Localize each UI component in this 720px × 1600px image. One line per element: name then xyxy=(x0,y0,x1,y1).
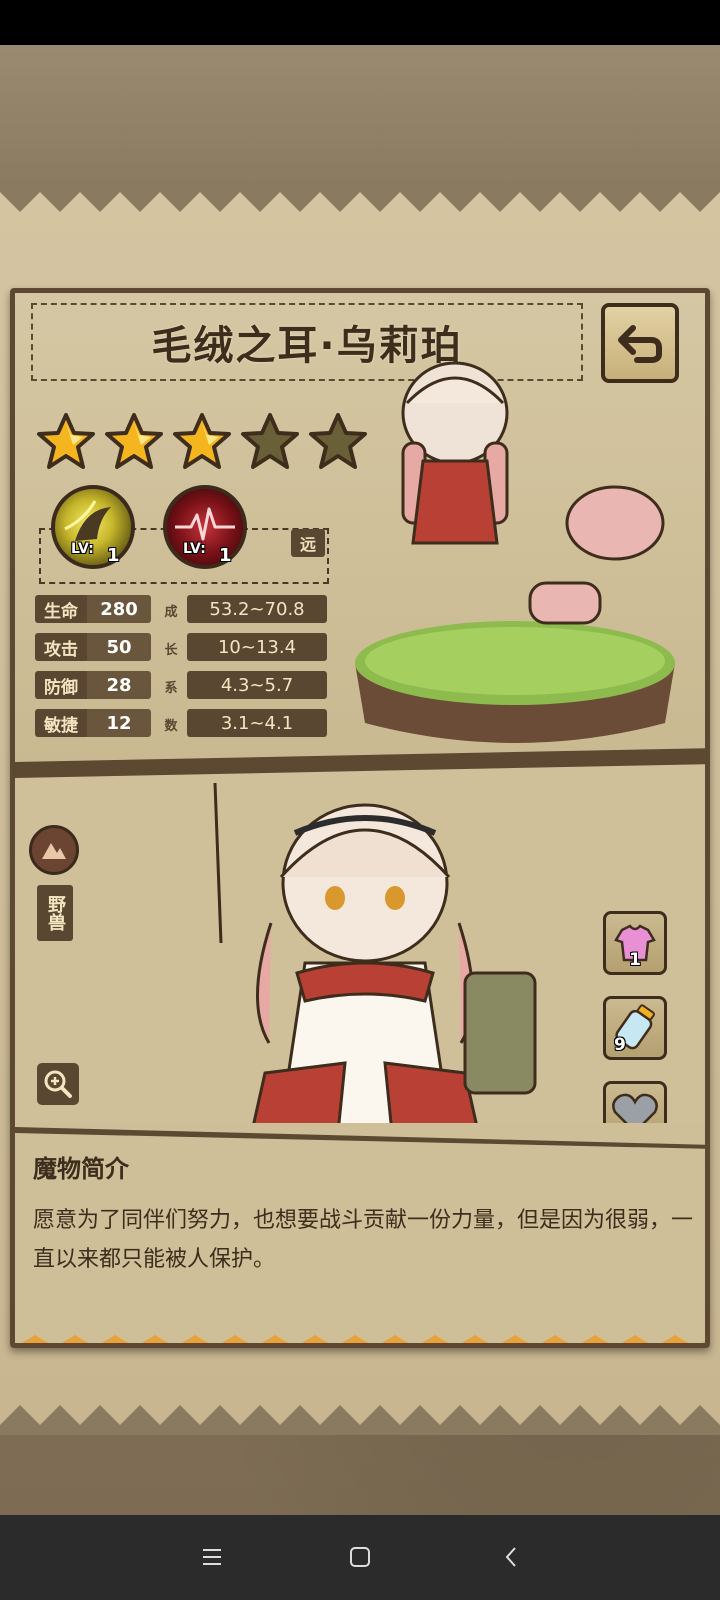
potion-count: 9 xyxy=(614,1035,626,1055)
description-divider xyxy=(15,1127,705,1149)
stat-value: 50 xyxy=(87,633,151,661)
description-box: 魔物简介 愿意为了同伴们努力，也想要战斗贡献一份力量，但是因为很弱，一直以来都只… xyxy=(15,1123,705,1343)
range-badge: 远 xyxy=(291,529,325,557)
stat-name: 生命 xyxy=(35,595,87,623)
zigzag-orange-border xyxy=(21,1335,705,1343)
stat-name: 防御 xyxy=(35,671,87,699)
zoom-in-icon xyxy=(44,1070,72,1098)
stat-name: 攻击 xyxy=(35,633,87,661)
stat-name: 敏捷 xyxy=(35,709,87,737)
character-chibi-sprite xyxy=(401,361,665,625)
zigzag-border-top xyxy=(0,182,720,212)
star-rating xyxy=(35,411,369,473)
type-tag: 野兽 xyxy=(37,885,73,941)
description-text: 愿意为了同伴们努力，也想要战斗贡献一份力量，但是因为很弱，一直以来都只能被人保护… xyxy=(33,1208,694,1272)
description-title: 魔物简介 xyxy=(33,1155,129,1183)
home-nav-button[interactable] xyxy=(338,1535,382,1579)
character-portrait-art xyxy=(213,782,537,1163)
outfit-count: 1 xyxy=(629,950,641,970)
home-square-icon xyxy=(350,1547,370,1567)
menu-nav-button[interactable] xyxy=(190,1535,234,1579)
star-filled-icon xyxy=(37,413,95,469)
stat-value: 28 xyxy=(87,671,151,699)
skill-1-level: 1 xyxy=(107,545,120,566)
growth-label-char: 数 xyxy=(164,719,178,734)
star-filled-icon xyxy=(105,413,163,469)
menu-icon xyxy=(203,1549,221,1565)
skill-slot-2[interactable]: LV: 1 xyxy=(163,485,247,569)
growth-value: 10~13.4 xyxy=(187,633,327,661)
stat-value: 12 xyxy=(87,709,151,737)
skill-2-lv-label: LV: xyxy=(183,541,206,557)
star-filled-icon xyxy=(173,413,231,469)
skill-1-lv-label: LV: xyxy=(71,541,94,557)
navigation-bar xyxy=(0,1515,720,1600)
stat-value: 280 xyxy=(87,595,151,623)
zigzag-border-bottom xyxy=(0,1405,720,1435)
growth-value: 4.3~5.7 xyxy=(187,671,327,699)
back-nav-button[interactable] xyxy=(490,1535,534,1579)
skill-2-level: 1 xyxy=(219,545,232,566)
skill-slot-1[interactable]: LV: 1 xyxy=(51,485,135,569)
game-screen: 毛绒之耳·乌莉珀 LV: 1 LV: 1 远 生命 280 攻击 50 防御 2… xyxy=(0,0,720,1600)
growth-label-char: 系 xyxy=(164,681,178,696)
potion-button[interactable]: 9 xyxy=(603,996,667,1060)
growth-label-char: 长 xyxy=(164,643,178,658)
star-empty-icon xyxy=(241,413,299,469)
chevron-left-icon xyxy=(505,1547,516,1567)
growth-label-char: 成 xyxy=(164,605,178,620)
zoom-button[interactable] xyxy=(37,1063,79,1105)
monster-card: 毛绒之耳·乌莉珀 LV: 1 LV: 1 远 生命 280 攻击 50 防御 2… xyxy=(10,288,710,1348)
top-map-band xyxy=(0,45,720,192)
mountain-type-icon xyxy=(42,843,66,859)
growth-value: 53.2~70.8 xyxy=(187,595,327,623)
growth-value: 3.1~4.1 xyxy=(187,709,327,737)
status-bar xyxy=(0,0,720,45)
outfit-button[interactable]: 1 xyxy=(603,911,667,975)
type-icon[interactable] xyxy=(29,825,79,875)
